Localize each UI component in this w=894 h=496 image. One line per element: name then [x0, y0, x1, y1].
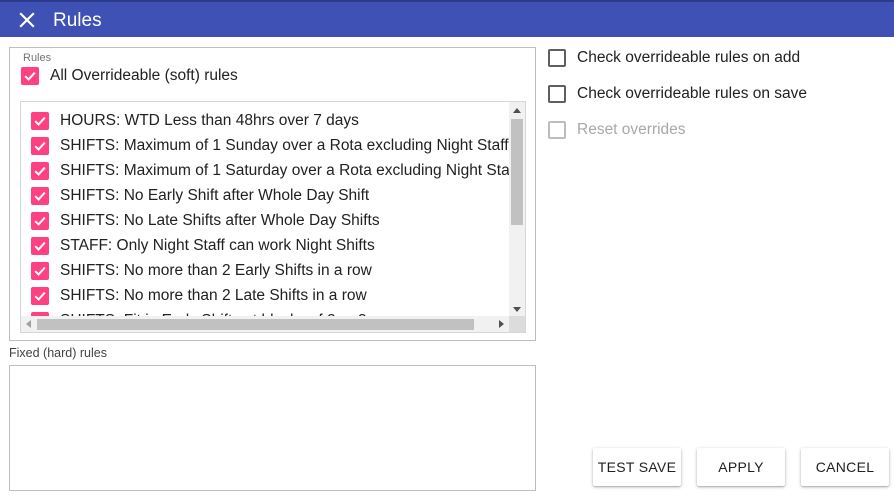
check-on-add-option[interactable]: Check overrideable rules on add	[548, 48, 800, 68]
scroll-down-icon[interactable]	[513, 307, 521, 312]
vertical-scroll-thumb[interactable]	[511, 119, 523, 225]
checkbox-unchecked-icon[interactable]	[548, 49, 566, 67]
soft-rule-item[interactable]: SHIFTS: Maximum of 1 Saturday over a Rot…	[31, 158, 510, 183]
soft-rule-label: SHIFTS: Maximum of 1 Saturday over a Rot…	[60, 161, 510, 179]
soft-rule-item[interactable]: STAFF: Only Night Staff can work Night S…	[31, 233, 510, 258]
checkbox-checked-icon[interactable]	[31, 136, 49, 155]
check-on-save-option[interactable]: Check overrideable rules on save	[548, 84, 807, 104]
check-on-save-label: Check overrideable rules on save	[577, 85, 808, 102]
soft-rules-group: Rules All Overrideable (soft) rules HOUR…	[9, 47, 536, 341]
soft-rule-item[interactable]: SHIFTS: No Early Shift after Whole Day S…	[31, 183, 510, 208]
soft-rule-item[interactable]: SHIFTS: No more than 2 Late Shifts in a …	[31, 283, 510, 308]
soft-rule-label: SHIFTS: No more than 2 Early Shifts in a…	[60, 261, 372, 279]
checkbox-unchecked-icon[interactable]	[548, 85, 566, 103]
checkbox-checked-icon[interactable]	[31, 161, 49, 180]
horizontal-scroll-thumb[interactable]	[37, 319, 474, 330]
close-icon	[19, 12, 35, 28]
reset-overrides-label: Reset overrides	[577, 121, 686, 138]
soft-rules-list[interactable]: HOURS: WTD Less than 48hrs over 7 days SH…	[20, 101, 526, 333]
vertical-scrollbar[interactable]	[509, 102, 525, 317]
soft-rule-label: HOURS: WTD Less than 48hrs over 7 days	[60, 111, 359, 129]
soft-rules-list-viewport: HOURS: WTD Less than 48hrs over 7 days SH…	[21, 102, 510, 317]
horizontal-scrollbar[interactable]	[21, 316, 510, 332]
page-title: Rules	[53, 10, 102, 31]
scroll-right-icon[interactable]	[499, 320, 504, 328]
cancel-button[interactable]: CANCEL	[801, 448, 889, 486]
all-soft-rules-label: All Overrideable (soft) rules	[50, 67, 238, 84]
soft-rule-label: SHIFTS: No Early Shift after Whole Day S…	[60, 186, 370, 204]
reset-overrides-option: Reset overrides	[548, 120, 686, 140]
soft-rule-label: SHIFTS: No Late Shifts after Whole Day S…	[60, 211, 380, 229]
checkbox-checked-icon[interactable]	[31, 186, 49, 205]
checkbox-disabled-icon	[548, 121, 566, 139]
soft-rule-label: SHIFTS: No more than 2 Late Shifts in a …	[60, 286, 367, 304]
check-on-add-label: Check overrideable rules on add	[577, 49, 801, 66]
checkbox-checked-icon[interactable]	[21, 67, 39, 85]
soft-rule-label: STAFF: Only Night Staff can work Night S…	[60, 236, 375, 254]
all-soft-rules-checkbox-row[interactable]: All Overrideable (soft) rules	[21, 66, 238, 86]
soft-rules-legend: Rules	[23, 52, 52, 64]
checkbox-checked-icon[interactable]	[31, 211, 49, 230]
soft-rule-label: SHIFTS: Maximum of 1 Sunday over a Rota …	[60, 136, 509, 154]
soft-rule-item[interactable]: SHIFTS: No Late Shifts after Whole Day S…	[31, 208, 510, 233]
apply-button[interactable]: APPLY	[697, 448, 785, 486]
checkbox-checked-icon[interactable]	[31, 236, 49, 255]
checkbox-checked-icon[interactable]	[31, 111, 49, 130]
checkbox-checked-icon[interactable]	[31, 286, 49, 305]
close-button[interactable]	[14, 7, 40, 33]
scrollbar-corner	[509, 316, 525, 332]
title-bar: Rules	[0, 0, 894, 37]
soft-rule-item[interactable]: SHIFTS: Maximum of 1 Sunday over a Rota …	[31, 133, 510, 158]
soft-rule-item[interactable]: SHIFTS: No more than 2 Early Shifts in a…	[31, 258, 510, 283]
hard-rules-list[interactable]	[9, 365, 536, 491]
test-save-button[interactable]: TEST SAVE	[593, 448, 681, 486]
checkbox-checked-icon[interactable]	[31, 261, 49, 280]
soft-rule-item[interactable]: HOURS: WTD Less than 48hrs over 7 days	[31, 108, 510, 133]
hard-rules-label: Fixed (hard) rules	[9, 346, 107, 360]
scroll-left-icon[interactable]	[26, 320, 31, 328]
scroll-up-icon[interactable]	[513, 108, 521, 113]
